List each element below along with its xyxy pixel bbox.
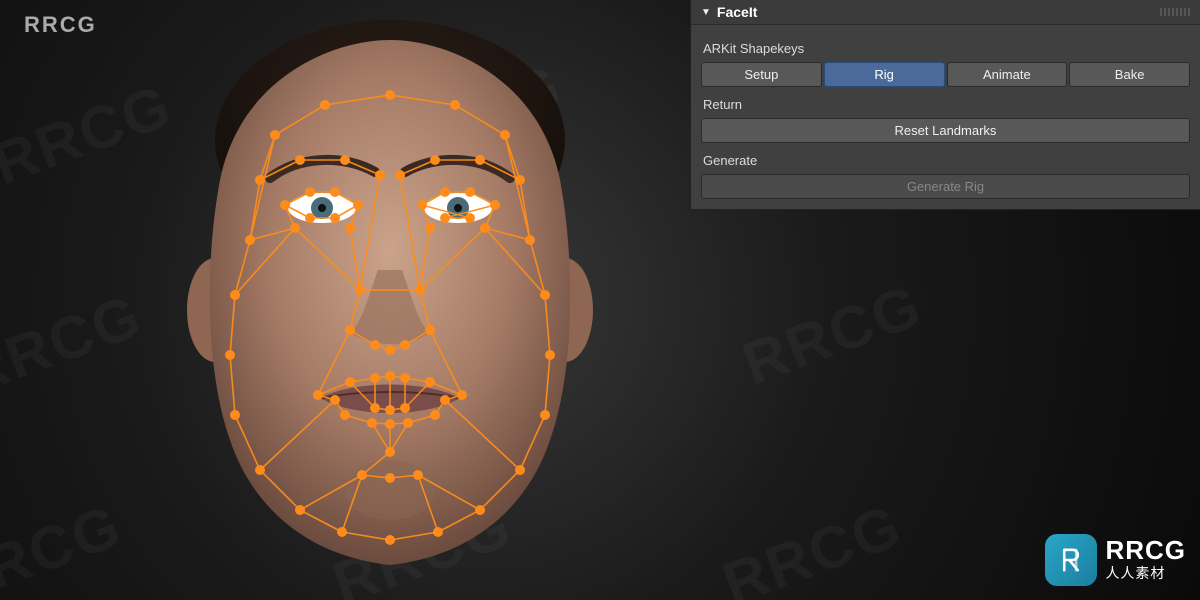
generate-section-label: Generate — [703, 153, 1188, 168]
landmark-point[interactable] — [305, 213, 315, 223]
landmark-point[interactable] — [385, 535, 395, 545]
landmark-point[interactable] — [500, 130, 510, 140]
landmark-point[interactable] — [540, 410, 550, 420]
landmark-point[interactable] — [295, 505, 305, 515]
landmark-point[interactable] — [385, 473, 395, 483]
landmark-point[interactable] — [305, 187, 315, 197]
landmark-point[interactable] — [370, 373, 380, 383]
collapse-icon[interactable]: ▼ — [701, 7, 711, 18]
brand-logo-icon — [1045, 534, 1097, 586]
landmark-point[interactable] — [515, 465, 525, 475]
face-overlay — [0, 0, 690, 600]
landmark-point[interactable] — [400, 340, 410, 350]
landmark-point[interactable] — [385, 419, 395, 429]
landmark-point[interactable] — [545, 350, 555, 360]
landmark-point[interactable] — [430, 410, 440, 420]
landmark-point[interactable] — [313, 390, 323, 400]
landmark-point[interactable] — [430, 155, 440, 165]
landmark-point[interactable] — [280, 200, 290, 210]
tab-bake[interactable]: Bake — [1069, 62, 1190, 87]
landmark-point[interactable] — [337, 527, 347, 537]
landmark-point[interactable] — [330, 395, 340, 405]
landmark-point[interactable] — [340, 155, 350, 165]
landmark-point[interactable] — [330, 187, 340, 197]
landmark-point[interactable] — [230, 410, 240, 420]
landmark-point[interactable] — [357, 470, 367, 480]
landmark-point[interactable] — [255, 175, 265, 185]
generate-rig-button[interactable]: Generate Rig — [701, 174, 1190, 199]
panel-header[interactable]: ▼ FaceIt — [691, 0, 1200, 25]
tab-row: Setup Rig Animate Bake — [701, 62, 1190, 87]
tab-rig[interactable]: Rig — [824, 62, 945, 87]
landmark-point[interactable] — [295, 155, 305, 165]
landmark-point[interactable] — [465, 213, 475, 223]
landmark-point[interactable] — [290, 223, 300, 233]
panel-grip-icon[interactable] — [1160, 8, 1190, 16]
landmark-point[interactable] — [540, 290, 550, 300]
brand-name: RRCG — [1105, 537, 1186, 563]
viewport-3d[interactable] — [0, 0, 690, 600]
landmark-point[interactable] — [525, 235, 535, 245]
landmark-point[interactable] — [370, 403, 380, 413]
tab-animate[interactable]: Animate — [947, 62, 1068, 87]
reset-landmarks-button[interactable]: Reset Landmarks — [701, 118, 1190, 143]
landmark-point[interactable] — [385, 345, 395, 355]
landmark-point[interactable] — [340, 410, 350, 420]
landmark-point[interactable] — [475, 155, 485, 165]
landmark-point[interactable] — [450, 100, 460, 110]
landmark-point[interactable] — [440, 395, 450, 405]
brand-sub: 人人素材 — [1105, 563, 1186, 583]
landmark-point[interactable] — [457, 390, 467, 400]
landmark-point[interactable] — [355, 285, 365, 295]
landmark-point[interactable] — [385, 405, 395, 415]
landmark-point[interactable] — [230, 290, 240, 300]
landmark-point[interactable] — [370, 340, 380, 350]
landmark-point[interactable] — [403, 418, 413, 428]
landmark-point[interactable] — [490, 200, 500, 210]
landmark-point[interactable] — [385, 90, 395, 100]
faceit-panel: ▼ FaceIt ARKit Shapekeys Setup Rig Anima… — [690, 0, 1200, 210]
landmark-point[interactable] — [375, 170, 385, 180]
panel-subtitle: ARKit Shapekeys — [703, 41, 1188, 56]
landmark-point[interactable] — [345, 223, 355, 233]
landmark-point[interactable] — [385, 447, 395, 457]
landmark-point[interactable] — [400, 373, 410, 383]
landmark-point[interactable] — [345, 325, 355, 335]
landmark-point[interactable] — [413, 470, 423, 480]
landmark-point[interactable] — [425, 223, 435, 233]
landmark-point[interactable] — [245, 235, 255, 245]
landmark-point[interactable] — [440, 213, 450, 223]
return-section-label: Return — [703, 97, 1188, 112]
landmark-point[interactable] — [255, 465, 265, 475]
landmark-point[interactable] — [330, 213, 340, 223]
landmark-point[interactable] — [425, 377, 435, 387]
landmark-point[interactable] — [417, 200, 427, 210]
landmark-point[interactable] — [385, 371, 395, 381]
watermark: RRCG — [734, 270, 931, 398]
tab-setup[interactable]: Setup — [701, 62, 822, 87]
landmark-point[interactable] — [425, 325, 435, 335]
landmark-point[interactable] — [395, 170, 405, 180]
landmark-point[interactable] — [433, 527, 443, 537]
landmark-point[interactable] — [440, 187, 450, 197]
landmark-point[interactable] — [353, 200, 363, 210]
brand-badge: RRCG 人人素材 — [1045, 534, 1186, 586]
landmark-point[interactable] — [367, 418, 377, 428]
landmark-point[interactable] — [345, 377, 355, 387]
landmark-point[interactable] — [400, 403, 410, 413]
landmark-point[interactable] — [225, 350, 235, 360]
landmark-point[interactable] — [320, 100, 330, 110]
panel-title: FaceIt — [717, 4, 757, 20]
landmark-point[interactable] — [475, 505, 485, 515]
landmark-point[interactable] — [415, 285, 425, 295]
landmark-point[interactable] — [270, 130, 280, 140]
landmark-point[interactable] — [515, 175, 525, 185]
landmark-point[interactable] — [465, 187, 475, 197]
watermark: RRCG — [714, 490, 911, 600]
landmark-point[interactable] — [480, 223, 490, 233]
